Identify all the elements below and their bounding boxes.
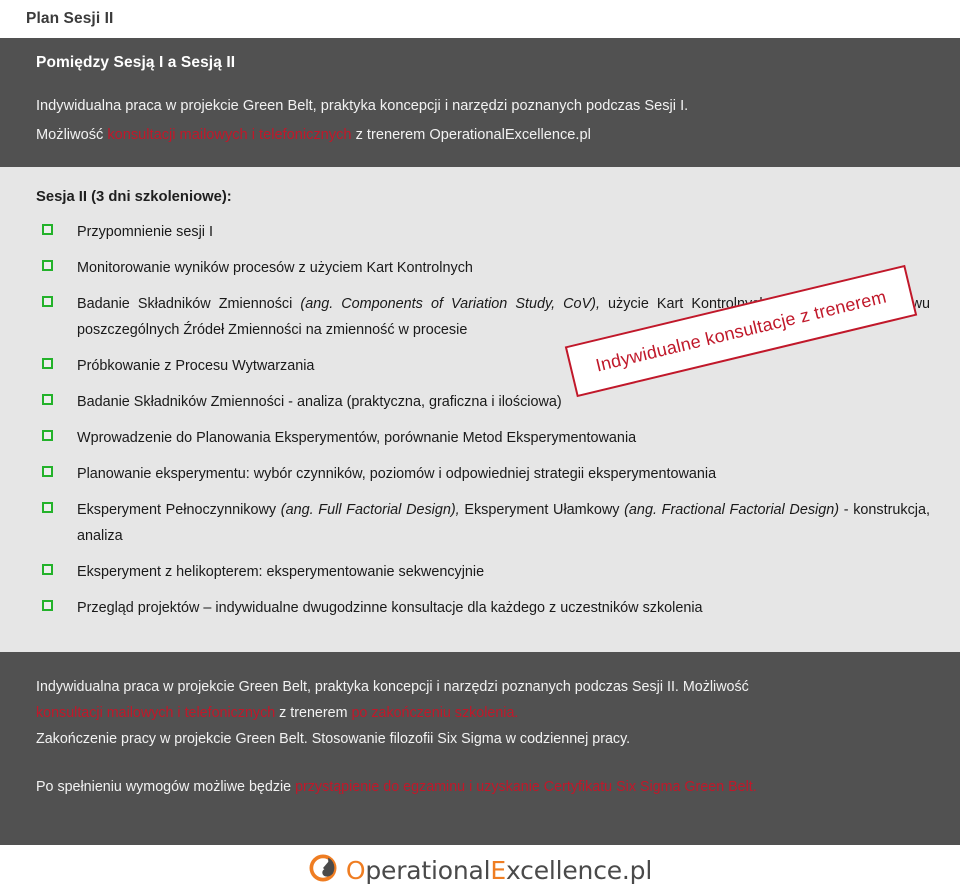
agenda-list: Przypomnienie sesji I Monitorowanie wynik… xyxy=(36,219,930,621)
footer-line-4: Po spełnieniu wymogów możliwe będzie prz… xyxy=(36,774,926,800)
agenda-item: Przegląd projektów – indywidualne dwugod… xyxy=(36,595,930,621)
main-content: Sesja II (3 dni szkoleniowe): Przypomnie… xyxy=(0,167,960,652)
logo-text-operational: perational xyxy=(365,855,491,885)
agenda-item-label: Eksperyment z helikopterem: eksperymento… xyxy=(77,559,930,585)
agenda-item-label: Próbkowanie z Procesu Wytwarzania xyxy=(77,353,930,379)
agenda-item-term: Wprowadzenie do Planowania Eksperymentów… xyxy=(77,430,637,446)
logo-letter-e: E xyxy=(490,855,506,885)
logo-bar: OperationalExcellence.pl xyxy=(0,845,960,895)
agenda-item-term: Eksperyment z helikopterem: eksperymento… xyxy=(77,564,485,580)
intro-line-2-highlight: konsultacji mailowych i telefonicznych xyxy=(107,127,352,143)
agenda-item: Eksperyment z helikopterem: eksperymento… xyxy=(36,559,930,585)
footer-line-3: Zakończenie pracy w projekcie Green Belt… xyxy=(36,731,631,747)
footer-line-2-highlight-b: po zakończeniu szkolenia. xyxy=(351,705,519,721)
footer-line-4-prefix: Po spełnieniu wymogów możliwe będzie xyxy=(36,779,296,795)
intro-line-2-prefix: Możliwość xyxy=(36,127,108,143)
agenda-item: Wprowadzenie do Planowania Eksperymentów… xyxy=(36,425,930,451)
agenda-item-term: Planowanie eksperymentu: wybór czynników… xyxy=(77,466,717,482)
agenda-item-label: Planowanie eksperymentu: wybór czynników… xyxy=(77,461,930,487)
footer-section: Indywidualna praca w projekcie Green Bel… xyxy=(0,652,960,845)
title-bar: Plan Sesji II xyxy=(0,0,960,38)
agenda-item-term: Eksperyment Ułamkowy xyxy=(459,502,625,518)
agenda-item-term: Przegląd projektów – indywidualne dwugod… xyxy=(77,600,703,616)
checkbox-bullet-icon xyxy=(42,600,53,611)
agenda-item-label: Monitorowanie wyników procesów z użyciem… xyxy=(77,255,930,281)
agenda-item-term-italic: (ang. Full Factorial Design), xyxy=(280,502,460,518)
checkbox-bullet-icon xyxy=(42,466,53,477)
agenda-item-term-italic: (ang. Fractional Factorial Design) xyxy=(624,502,840,518)
checkbox-bullet-icon xyxy=(42,296,53,307)
agenda-item-label: Przypomnienie sesji I xyxy=(77,219,930,245)
checkbox-bullet-icon xyxy=(42,224,53,235)
intro-line-2: Możliwość konsultacji mailowych i telefo… xyxy=(36,121,928,150)
agenda-item: Eksperyment Pełnoczynnikowy (ang. Full F… xyxy=(36,497,930,549)
checkbox-bullet-icon xyxy=(42,564,53,575)
footer-line-2-highlight-a: konsultacji mailowych i telefonicznych xyxy=(36,705,276,721)
logo-wordmark: OperationalExcellence.pl xyxy=(346,856,652,885)
footer-line-2: konsultacji mailowych i telefonicznych z… xyxy=(36,700,926,726)
agenda-item-term: Eksperyment Pełnoczynnikowy xyxy=(77,502,281,518)
footer-spacer xyxy=(36,752,926,774)
intro-line-1: Indywidualna praca w projekcie Green Bel… xyxy=(36,98,689,114)
agenda-item-term: Przypomnienie sesji I xyxy=(77,224,213,240)
agenda-item: Monitorowanie wyników procesów z użyciem… xyxy=(36,255,930,281)
agenda-item-term-italic: (ang. Components of Variation Study, CoV… xyxy=(300,296,600,312)
agenda-item: Próbkowanie z Procesu Wytwarzania xyxy=(36,353,930,379)
agenda-item-term: Próbkowanie z Procesu Wytwarzania xyxy=(77,358,315,374)
footer-line-4-highlight: przystąpienie do egzaminu i uzyskanie Ce… xyxy=(295,779,757,795)
footer-line-2-mid: z trenerem xyxy=(275,705,352,721)
section-heading: Sesja II (3 dni szkoleniowe): xyxy=(36,189,232,205)
checkbox-bullet-icon xyxy=(42,260,53,271)
checkbox-bullet-icon xyxy=(42,430,53,441)
checkbox-bullet-icon xyxy=(42,358,53,369)
swirl-icon xyxy=(308,853,338,888)
brand-logo[interactable]: OperationalExcellence.pl xyxy=(308,853,652,888)
agenda-item-label: Badanie Składników Zmienności - analiza … xyxy=(77,389,930,415)
agenda-item: Badanie Składników Zmienności - analiza … xyxy=(36,389,930,415)
footer-line-1: Indywidualna praca w projekcie Green Bel… xyxy=(36,679,749,695)
intro-line-2-suffix: z trenerem OperationalExcellence.pl xyxy=(351,127,591,143)
agenda-item-term: Monitorowanie wyników procesów z użyciem… xyxy=(77,260,473,276)
page-title: Plan Sesji II xyxy=(26,10,114,27)
logo-text-excellence: xcellence.pl xyxy=(506,855,653,885)
agenda-item-term: Badanie Składników Zmienności xyxy=(77,296,301,312)
agenda-item-term: Badanie Składników Zmienności - analiza … xyxy=(77,394,562,410)
logo-letter-o: O xyxy=(345,855,366,885)
agenda-item-label: Przegląd projektów – indywidualne dwugod… xyxy=(77,595,930,621)
agenda-item-label: Wprowadzenie do Planowania Eksperymentów… xyxy=(77,425,930,451)
agenda-item: Planowanie eksperymentu: wybór czynników… xyxy=(36,461,930,487)
agenda-item: Przypomnienie sesji I xyxy=(36,219,930,245)
checkbox-bullet-icon xyxy=(42,502,53,513)
intro-section: Pomiędzy Sesją I a Sesją II Indywidualna… xyxy=(0,38,960,167)
checkbox-bullet-icon xyxy=(42,394,53,405)
agenda-item-label: Eksperyment Pełnoczynnikowy (ang. Full F… xyxy=(77,497,930,549)
intro-heading: Pomiędzy Sesją I a Sesją II xyxy=(36,54,236,71)
